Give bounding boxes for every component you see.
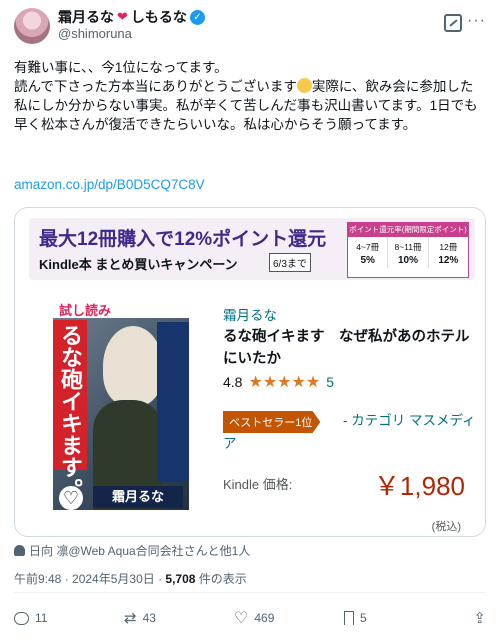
tweet-link[interactable]: amazon.co.jp/dp/B0D5CQ7C8V	[14, 177, 205, 192]
rate-range: 8~11冊	[394, 242, 422, 252]
bookmark-icon	[344, 611, 354, 625]
cover-sample-tag: 試し読み	[59, 303, 112, 318]
price: ￥1,980	[373, 471, 465, 501]
book-cover[interactable]: 試し読み るな砲イキます。 霜月るな	[53, 300, 189, 510]
tweet-header: 霜月るな ❤ しもるな ✓ @shimoruna ···	[14, 6, 486, 46]
reply-button[interactable]: 11	[14, 611, 124, 625]
grok-icon[interactable]	[444, 14, 462, 32]
bookmark-count: 5	[360, 611, 367, 625]
divider	[14, 592, 486, 593]
user-names: 霜月るな ❤ しもるな ✓ @shimoruna	[58, 8, 205, 42]
timestamp[interactable]: 午前9:48 · 2024年5月30日 ·	[14, 572, 165, 586]
cover-author: 霜月るな	[93, 486, 183, 508]
bestseller-badge: ベストセラー1位	[223, 411, 321, 433]
cover-portrait-hair	[103, 326, 163, 406]
retweet-count: 43	[142, 611, 156, 625]
rate-pct: 5%	[360, 255, 375, 266]
tagged-users[interactable]: 日向 凛@Web Aqua合同会社さんと他1人	[14, 542, 250, 559]
reply-icon	[14, 611, 29, 625]
action-bar: 11 ⇄ 43 ♡ 469 5 ⇪	[14, 608, 486, 628]
cover-title: るな砲イキます。	[58, 324, 83, 500]
banner-subtitle: Kindle本 まとめ買いキャンペーン	[39, 257, 238, 272]
like-icon: ♡	[234, 610, 249, 627]
rate-cell: 8~11冊 10%	[388, 237, 429, 268]
tax-note: (税込)	[431, 521, 461, 533]
display-name[interactable]: 霜月るな ❤ しもるな ✓	[58, 8, 205, 26]
banner-date: 6/3まで	[269, 253, 311, 272]
reply-count: 11	[35, 611, 48, 625]
tagged-text: 日向 凛@Web Aqua合同会社さんと他1人	[29, 544, 251, 558]
view-suffix: 件の表示	[195, 572, 247, 586]
avatar[interactable]	[14, 8, 50, 44]
rate-range: 12冊	[439, 242, 458, 252]
product-author[interactable]: 霜月るな	[223, 304, 277, 324]
rating-value: 4.8	[223, 374, 243, 390]
rates-table: ポイント還元率(期間限定ポイント) 4~7冊 5% 8~11冊 10% 12冊 12%	[347, 222, 469, 278]
retweet-icon: ⇄	[124, 610, 137, 627]
product-title[interactable]: るな砲イキます なぜ私があのホテルにいたか	[223, 326, 473, 370]
view-count: 5,708	[165, 572, 196, 586]
display-name-text: 霜月るな	[58, 9, 114, 25]
link-card[interactable]: 最大12冊購入で12%ポイント還元 Kindle本 まとめ買いキャンペーン 6/…	[14, 207, 486, 537]
rate-pct: 12%	[438, 255, 459, 266]
promo-banner: 最大12冊購入で12%ポイント還元 Kindle本 まとめ買いキャンペーン 6/…	[15, 208, 485, 286]
tweet-line1: 有難い事に、、今1位になってます。	[14, 60, 228, 75]
tweet-text: 有難い事に、、今1位になってます。 読んで下さった方本当にありがとうございます実…	[14, 58, 486, 134]
rates-header: ポイント還元率(期間限定ポイント)	[348, 223, 468, 237]
share-icon[interactable]: ⇪	[473, 609, 486, 627]
star-rating-icon: ★★★★★	[248, 374, 321, 391]
person-icon	[14, 545, 25, 556]
heart-icon[interactable]: ♡	[59, 486, 83, 510]
rates-row: 4~7冊 5% 8~11冊 10% 12冊 12%	[348, 237, 468, 268]
verified-icon: ✓	[189, 9, 205, 25]
rate-cell: 4~7冊 5%	[348, 237, 389, 268]
tweet-line2a: 読んで下さった方本当にありがとうございます	[14, 79, 297, 94]
bookmark-button[interactable]: 5	[344, 611, 454, 625]
crying-face-icon	[296, 78, 312, 93]
rate-pct: 10%	[397, 255, 418, 266]
display-name-suffix: しもるな	[130, 9, 187, 25]
tweet-meta: 午前9:48 · 2024年5月30日 · 5,708 件の表示	[14, 570, 247, 587]
more-icon[interactable]: ···	[467, 12, 486, 30]
retweet-button[interactable]: ⇄ 43	[124, 609, 234, 627]
like-count: 469	[254, 611, 275, 625]
banner-title: 最大12冊購入で12%ポイント還元	[39, 229, 327, 250]
rating-count[interactable]: 5	[326, 374, 334, 390]
like-button[interactable]: ♡ 469	[234, 608, 344, 628]
heart-icon: ❤	[117, 9, 128, 24]
rate-cell: 12冊 12%	[429, 237, 468, 268]
user-handle[interactable]: @shimoruna	[58, 26, 205, 42]
cover-blue-band	[157, 322, 189, 482]
price-label: Kindle 価格:	[223, 477, 293, 492]
rate-range: 4~7冊	[356, 242, 380, 252]
product-rating: 4.8 ★★★★★ 5	[223, 372, 334, 392]
